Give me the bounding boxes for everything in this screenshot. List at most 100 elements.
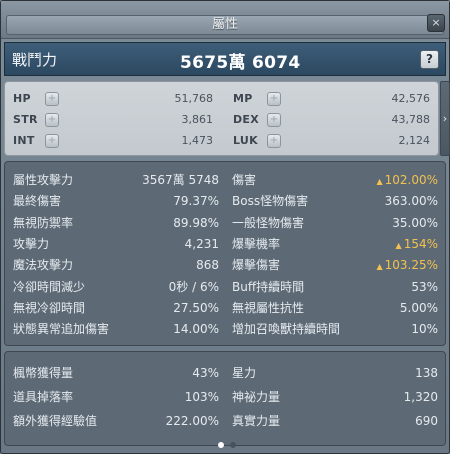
stat-value: ▲ 103.25% bbox=[376, 256, 438, 276]
stat-label: 最終傷害 bbox=[13, 194, 62, 209]
close-button[interactable]: × bbox=[427, 14, 445, 32]
stat-row: 額外獲得經驗值 222.00% bbox=[13, 412, 219, 430]
stat-row: 無視冷卻時間 27.50% bbox=[13, 299, 219, 317]
plus-icon[interactable]: + bbox=[267, 92, 281, 106]
increase-arrow-icon: ▲ bbox=[376, 177, 383, 186]
stats-window: 屬性 × 戰鬥力 5675萬 6074 ? HP + 51,768 STR + … bbox=[0, 0, 450, 454]
stat-value: 1,473 bbox=[181, 134, 214, 147]
stat-row: 最終傷害 79.37% bbox=[13, 192, 219, 210]
stat-label: 攻擊力 bbox=[13, 236, 50, 251]
stat-row: 爆擊機率 ▲ 154% bbox=[232, 235, 438, 253]
stat-label: INT bbox=[13, 134, 35, 147]
stat-value: 1,320 bbox=[403, 390, 438, 404]
combat-power-label: 戰鬥力 bbox=[12, 51, 58, 69]
stat-label: 冷卻時間減少 bbox=[13, 279, 86, 294]
stat-row: 魔法攻擊力 868 bbox=[13, 256, 219, 274]
stat-value: 2,124 bbox=[398, 134, 431, 147]
stat-row: 一般怪物傷害 35.00% bbox=[232, 214, 438, 232]
stat-value: 10% bbox=[411, 322, 438, 337]
title-bar[interactable]: 屬性 × bbox=[1, 1, 449, 39]
stat-value: ▲ 102.00% bbox=[376, 171, 438, 191]
stat-value: 138 bbox=[415, 366, 438, 380]
page-dot-2[interactable] bbox=[230, 442, 236, 448]
stat-value: 43% bbox=[192, 366, 219, 380]
stat-row-dex: DEX + 43,788 bbox=[233, 112, 430, 128]
stat-label: 道具掉落率 bbox=[13, 390, 74, 404]
page-dot-1[interactable] bbox=[218, 442, 224, 448]
plus-icon[interactable]: + bbox=[45, 134, 59, 148]
stat-label: 魔法攻擊力 bbox=[13, 258, 74, 273]
help-button[interactable]: ? bbox=[420, 50, 439, 69]
stat-label: MP bbox=[233, 92, 253, 105]
stat-label: 真實力量 bbox=[232, 414, 281, 428]
plus-icon[interactable]: + bbox=[267, 134, 281, 148]
stat-value-text: 102.00% bbox=[384, 173, 438, 187]
window-title: 屬性 bbox=[6, 15, 444, 35]
stat-row-hp: HP + 51,768 bbox=[13, 91, 213, 107]
stat-value: 4,231 bbox=[184, 236, 219, 251]
plus-icon[interactable]: + bbox=[267, 113, 281, 127]
stat-value: 5.00% bbox=[399, 300, 438, 315]
increase-arrow-icon: ▲ bbox=[376, 262, 383, 272]
stat-label: 神祕力量 bbox=[232, 390, 281, 404]
stat-row-int: INT + 1,473 bbox=[13, 133, 213, 149]
stat-row: 爆擊傷害 ▲ 103.25% bbox=[232, 256, 438, 274]
stat-label: Boss怪物傷害 bbox=[232, 194, 309, 209]
stat-row: 傷害 ▲ 102.00% bbox=[232, 171, 438, 189]
stat-row: Boss怪物傷害 363.00% bbox=[232, 192, 438, 210]
stat-value-text: 103.25% bbox=[384, 258, 438, 273]
stat-value: 363.00% bbox=[384, 194, 438, 209]
stat-value: 53% bbox=[411, 279, 438, 294]
increase-arrow-icon: ▲ bbox=[395, 240, 402, 250]
stat-row: 神祕力量 1,320 bbox=[232, 388, 438, 406]
page-indicator bbox=[215, 433, 239, 452]
stat-row: 狀態異常追加傷害 14.00% bbox=[13, 320, 219, 338]
stat-label: 無視防禦率 bbox=[13, 215, 74, 230]
stat-value: 103% bbox=[184, 390, 219, 404]
basic-stats-panel: HP + 51,768 STR + 3,861 INT + 1,473 MP +… bbox=[4, 81, 439, 156]
stat-row: 無視防禦率 89.98% bbox=[13, 214, 219, 232]
stat-value: 3567萬 5748 bbox=[142, 173, 219, 187]
stat-row: 攻擊力 4,231 bbox=[13, 235, 219, 253]
stat-value: 690 bbox=[415, 414, 438, 428]
stat-value: ▲ 154% bbox=[396, 235, 438, 255]
stat-value: 27.50% bbox=[173, 300, 219, 315]
stat-value: 0秒 / 6% bbox=[168, 279, 219, 294]
stat-row: 真實力量 690 bbox=[232, 412, 438, 430]
combat-power-value: 5675萬 6074 bbox=[180, 53, 301, 73]
stat-label: LUK bbox=[233, 134, 258, 147]
stat-label: DEX bbox=[233, 113, 260, 126]
stat-label: 楓幣獲得量 bbox=[13, 366, 74, 380]
stat-label: 爆擊傷害 bbox=[232, 258, 281, 273]
stat-label: STR bbox=[13, 113, 38, 126]
stat-value: 42,576 bbox=[391, 92, 431, 105]
stat-label: 增加召喚獸持續時間 bbox=[232, 322, 341, 337]
stat-value: 79.37% bbox=[173, 194, 219, 209]
stat-value: 868 bbox=[196, 258, 219, 273]
stat-row: 無視屬性抗性 5.00% bbox=[232, 299, 438, 317]
stat-label: 額外獲得經驗值 bbox=[13, 414, 98, 428]
stat-row: 楓幣獲得量 43% bbox=[13, 364, 219, 382]
stat-label: 狀態異常追加傷害 bbox=[13, 322, 110, 337]
stat-value: 51,768 bbox=[174, 92, 214, 105]
plus-icon[interactable]: + bbox=[45, 92, 59, 106]
stat-row-luk: LUK + 2,124 bbox=[233, 133, 430, 149]
stat-row: 冷卻時間減少 0秒 / 6% bbox=[13, 278, 219, 296]
stat-row: 增加召喚獸持續時間 10% bbox=[232, 320, 438, 338]
stat-value: 35.00% bbox=[392, 215, 438, 230]
plus-icon[interactable]: + bbox=[45, 113, 59, 127]
stat-row-mp: MP + 42,576 bbox=[233, 91, 430, 107]
stat-label: 無視屬性抗性 bbox=[232, 300, 305, 315]
stat-label: 無視冷卻時間 bbox=[13, 300, 86, 315]
stat-label: 屬性攻擊力 bbox=[13, 173, 74, 187]
stat-label: 星力 bbox=[232, 366, 257, 380]
stat-label: HP bbox=[13, 92, 31, 105]
stat-value: 89.98% bbox=[173, 215, 219, 230]
stat-value: 14.00% bbox=[173, 322, 219, 337]
stat-label: 傷害 bbox=[232, 173, 257, 187]
stat-label: 一般怪物傷害 bbox=[232, 215, 305, 230]
expand-arrow-icon[interactable]: › bbox=[440, 81, 450, 156]
stat-value: 3,861 bbox=[181, 113, 214, 126]
stat-row: Buff持續時間 53% bbox=[232, 278, 438, 296]
stat-value: 43,788 bbox=[391, 113, 431, 126]
